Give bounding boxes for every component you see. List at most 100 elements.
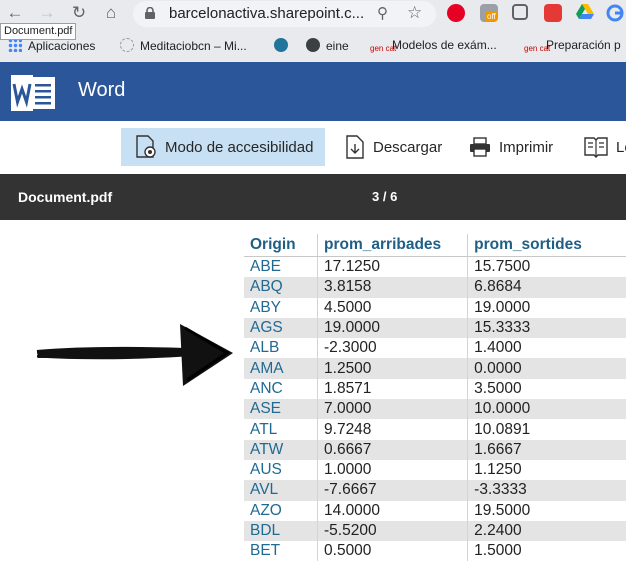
extension-icon[interactable]: off — [480, 4, 498, 22]
google-icon[interactable] — [606, 4, 624, 22]
departures-cell: -3.3333 — [467, 480, 626, 501]
table-row: BET 0.5000 1.5000 — [244, 541, 626, 562]
forward-arrow-icon[interactable]: → — [38, 4, 56, 22]
download-icon — [346, 135, 364, 159]
origin-cell: AMA — [244, 358, 318, 379]
origin-cell: ABQ — [244, 277, 318, 298]
table-row: AUS 1.0000 1.1250 — [244, 459, 626, 481]
print-label: Imprimir — [499, 138, 554, 156]
app-title: Word — [78, 79, 126, 101]
departures-cell: 0.0000 — [467, 358, 626, 379]
home-icon[interactable]: ⌂ — [102, 4, 120, 22]
bookmark-star-icon[interactable]: ☆ — [407, 3, 422, 23]
download-label: Descargar — [373, 138, 443, 156]
bookmark-label: Preparación p — [546, 38, 621, 52]
table-row: ABY 4.5000 19.0000 — [244, 297, 626, 318]
bookmark-wordpress[interactable] — [274, 38, 294, 53]
column-header: prom_sortides — [467, 234, 626, 257]
departures-cell: 10.0891 — [467, 419, 626, 440]
print-button[interactable]: Imprimir — [469, 128, 553, 166]
bookmark-meditaciobcn[interactable]: Meditaciobcn – Mi... — [120, 38, 247, 53]
reload-icon[interactable]: ↻ — [70, 4, 88, 22]
table-row: AZO 14.0000 19.5000 — [244, 500, 626, 521]
word-logo-icon[interactable] — [11, 75, 57, 111]
origin-cell: AGS — [244, 317, 318, 339]
meditation-icon — [120, 38, 134, 52]
arrivals-cell: 0.6667 — [317, 439, 468, 460]
origin-cell: BET — [250, 542, 281, 560]
origin-cell: ATW — [244, 439, 318, 460]
table-row: BDL -5.5200 2.2400 — [244, 520, 626, 542]
table-row: ABQ 3.8158 6.8684 — [244, 277, 626, 298]
table-row: ABE 17.1250 15.7500 — [244, 256, 626, 278]
departures-cell: 19.5000 — [467, 500, 626, 521]
url-text: barcelonactiva.sharepoint.c... — [169, 5, 365, 22]
origin-cell: AUS — [250, 461, 282, 479]
table-row: ATL 9.7248 10.0891 — [244, 419, 626, 440]
google-drive-icon[interactable] — [576, 4, 594, 22]
arrivals-cell: 1.2500 — [317, 358, 468, 379]
table-row: AMA 1.2500 0.0000 — [244, 358, 626, 379]
table-row: AVL -7.6667 -3.3333 — [244, 480, 626, 501]
origin-cell: AVL — [244, 480, 318, 501]
arrivals-cell: 3.8158 — [317, 277, 468, 298]
bookmarks-bar: Aplicaciones Meditaciobcn – Mi... eine g… — [0, 33, 626, 61]
gencat-icon: gen cat — [370, 44, 397, 53]
reading-view-button[interactable]: Le — [584, 128, 626, 166]
accessibility-mode-button[interactable]: Modo de accesibilidad — [121, 128, 325, 166]
printer-icon — [470, 137, 490, 157]
departures-cell: 1.1250 — [467, 459, 626, 481]
red-extension-icon[interactable] — [544, 4, 562, 22]
document-bar: Document.pdf 3 / 6 — [0, 174, 626, 220]
departures-cell: 15.3333 — [467, 317, 626, 339]
pinterest-extension-icon[interactable] — [447, 4, 465, 22]
page-indicator: 3 / 6 — [372, 189, 398, 204]
book-icon — [584, 137, 608, 158]
apps-grid-icon — [8, 38, 22, 52]
bookmark-label: Aplicaciones — [28, 39, 96, 53]
arrivals-cell: 9.7248 — [317, 419, 468, 440]
departures-cell: 10.0000 — [467, 399, 626, 420]
bookmark-preparacion[interactable]: gen catPreparación p — [524, 38, 621, 59]
arrivals-cell: 7.0000 — [317, 399, 468, 420]
arrivals-cell: 19.0000 — [317, 317, 468, 339]
origin-cell: ABY — [250, 298, 282, 316]
arrivals-cell: -5.5200 — [317, 520, 468, 542]
extension-badge: off — [486, 12, 497, 21]
arrivals-cell: 0.5000 — [317, 541, 468, 562]
zoom-icon[interactable]: ⚲ — [377, 4, 388, 22]
table-row: ALB -2.3000 1.4000 — [244, 338, 626, 359]
accessibility-mode-label: Modo de accesibilidad — [165, 138, 314, 156]
table-row: ANC 1.8571 3.5000 — [244, 378, 626, 400]
departures-cell: 1.4000 — [467, 338, 626, 359]
departures-cell: 19.0000 — [467, 297, 626, 318]
arrivals-cell: 14.0000 — [317, 500, 468, 521]
wordpress-icon — [274, 38, 288, 52]
column-header: Origin — [244, 234, 318, 257]
screen-capture-extension-icon[interactable] — [512, 4, 528, 20]
lock-icon — [145, 7, 155, 19]
table-header-row: Origin prom_arribades prom_sortides — [244, 234, 626, 257]
arrivals-cell: -2.3000 — [317, 338, 468, 359]
bookmark-eine[interactable]: eine — [306, 38, 349, 53]
tab-tooltip: Document.pdf — [0, 23, 77, 40]
bookmark-modelos[interactable]: gen catModelos de exám... — [370, 38, 497, 59]
bookmark-label: Modelos de exám... — [392, 38, 497, 52]
document-page: Origin prom_arribades prom_sortides ABE 1… — [0, 220, 626, 579]
departures-cell: 6.8684 — [467, 277, 626, 298]
origin-cell: BDL — [244, 520, 318, 542]
departures-cell: 15.7500 — [467, 256, 626, 278]
address-bar[interactable]: barcelonactiva.sharepoint.c... ⚲ ☆ — [133, 1, 436, 27]
back-arrow-icon[interactable]: ← — [6, 4, 24, 22]
table-row: ASE 7.0000 10.0000 — [244, 399, 626, 420]
bookmark-apps[interactable]: Aplicaciones — [8, 38, 95, 53]
download-button[interactable]: Descargar — [345, 128, 442, 166]
departures-cell: 1.6667 — [467, 439, 626, 460]
table-row: AGS 19.0000 15.3333 — [244, 317, 626, 339]
origin-cell: ANC — [250, 379, 283, 397]
origin-cell: ABE — [250, 258, 282, 276]
document-name: Document.pdf — [18, 189, 113, 205]
globe-icon — [306, 38, 320, 52]
hand-drawn-arrow-icon — [36, 324, 233, 386]
arrivals-cell: 17.1250 — [317, 256, 468, 278]
